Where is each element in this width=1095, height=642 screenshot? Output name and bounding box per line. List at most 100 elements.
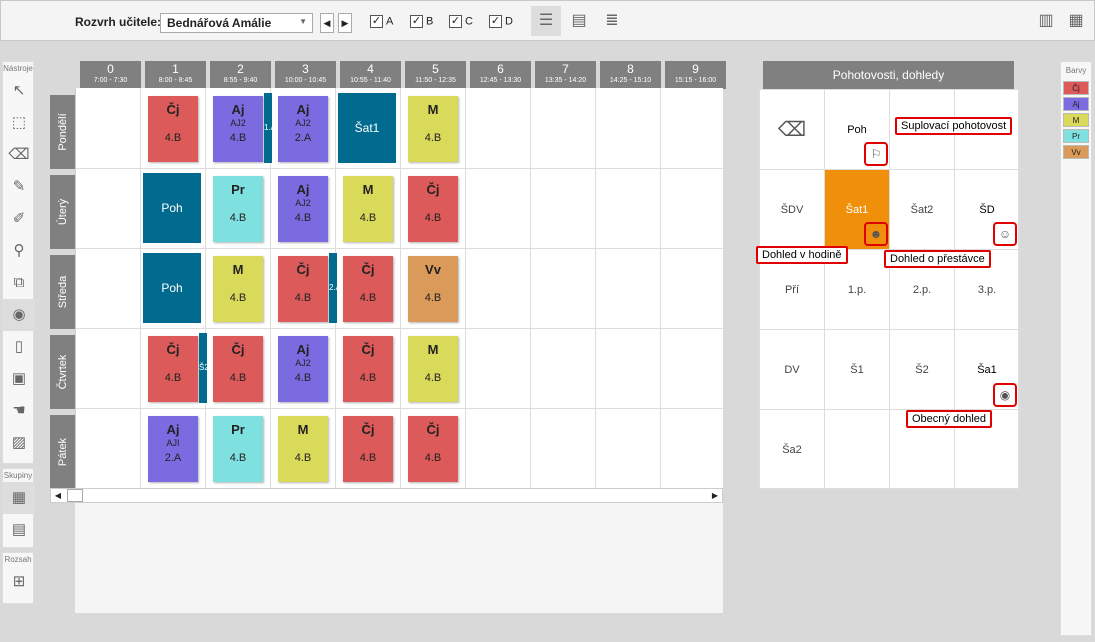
group-select-icon[interactable]: ▦	[3, 482, 35, 514]
lesson-card[interactable]: M 4.B	[213, 256, 263, 322]
pointer-icon[interactable]: ↖	[3, 75, 35, 107]
supervision-cell[interactable]: DV	[760, 330, 825, 410]
lesson-strip[interactable]: 2.A	[329, 253, 337, 323]
general-supervision-icon[interactable]: ◉	[993, 383, 1017, 407]
color-swatch[interactable]: M	[1063, 113, 1089, 127]
lesson-card[interactable]: Čj 4.B	[148, 336, 198, 402]
column-time: 10:00 - 10:45	[284, 77, 327, 84]
supervision-cell[interactable]: ⌫	[760, 90, 825, 170]
teacher-select[interactable]: Bednářová Amálie ▼	[160, 13, 313, 33]
lesson-class: 4.B	[229, 452, 247, 464]
range-icon[interactable]: ⊞	[3, 566, 35, 598]
color-swatch[interactable]: Aj	[1063, 97, 1089, 111]
lesson-card[interactable]: Pr 4.B	[213, 176, 263, 242]
chevron-down-icon: ▼	[299, 17, 307, 26]
supervision-cell[interactable]	[825, 410, 890, 490]
lesson-class: 4.B	[229, 372, 247, 384]
supervision-cell[interactable]: Š2	[890, 330, 955, 410]
edit-icon[interactable]: ✎	[3, 171, 35, 203]
lesson-card[interactable]: Aj AJ2 4.B	[278, 176, 328, 242]
lesson-group	[408, 358, 458, 370]
lesson-group	[343, 198, 393, 210]
eye-icon[interactable]: ◉	[3, 299, 35, 331]
lesson-subject: Čj	[361, 342, 375, 357]
lesson-card[interactable]: M 4.B	[278, 416, 328, 482]
lesson-card[interactable]: Čj 4.B	[343, 256, 393, 322]
lesson-card[interactable]: Čj 4.B	[343, 336, 393, 402]
lesson-card[interactable]: M 4.B	[343, 176, 393, 242]
lesson-subject: Čj	[231, 342, 245, 357]
groups-panel: Skupiny ▦ ▤	[2, 468, 35, 548]
scroll-left-icon[interactable]: ◀	[51, 489, 65, 502]
supervision-cell[interactable]: ŠDV	[760, 170, 825, 250]
lesson-group: AJ2	[295, 118, 311, 128]
view-split-icon[interactable]: ▤	[564, 6, 594, 36]
standby-icon[interactable]: ⚐	[864, 142, 888, 166]
lesson-class: 2.A	[164, 452, 182, 464]
lesson-card[interactable]: M 4.B	[408, 336, 458, 402]
lesson-group	[278, 438, 328, 450]
lesson-card[interactable]: Aj AJ2 4.B	[278, 336, 328, 402]
horizontal-scrollbar[interactable]: ◀ ▶	[50, 488, 723, 503]
supervision-label: Ša2	[782, 444, 802, 456]
lesson-card[interactable]: Poh	[143, 253, 201, 323]
lesson-strip[interactable]: Š2	[199, 333, 207, 403]
hand-icon[interactable]: ☚	[3, 395, 35, 427]
lesson-card[interactable]: Čj 4.B	[408, 176, 458, 242]
class-checkbox-a[interactable]: ✓ A	[370, 15, 393, 28]
select-area-icon[interactable]: ⬚	[3, 107, 35, 139]
lesson-card[interactable]: Čj 4.B	[343, 416, 393, 482]
lesson-card[interactable]: Čj 4.B	[278, 256, 328, 322]
supervision-cell[interactable]: Šat2	[890, 170, 955, 250]
supervision-label: Šat1	[845, 204, 869, 216]
column-time: 13:35 - 14:20	[544, 77, 587, 84]
lesson-card[interactable]: Poh	[143, 173, 201, 243]
lesson-class: 4.B	[229, 132, 247, 144]
edit-plus-icon[interactable]: ✐	[3, 203, 35, 235]
grid-line	[76, 408, 724, 409]
chart-icon[interactable]: ▨	[3, 427, 35, 459]
lesson-group: AJ2	[295, 358, 311, 368]
lesson-group	[213, 278, 263, 290]
supervision-cell[interactable]: Ša2	[760, 410, 825, 490]
break-supervision-icon[interactable]: ☺	[993, 222, 1017, 246]
color-swatch[interactable]: Čj	[1063, 81, 1089, 95]
lesson-strip[interactable]: 1.A	[264, 93, 272, 163]
supervision-cell[interactable]: Š1	[825, 330, 890, 410]
lesson-supervision-icon[interactable]: ☻	[864, 222, 888, 246]
prev-teacher-button[interactable]: ◀	[320, 13, 334, 33]
lesson-subject: Poh	[161, 281, 183, 295]
lesson-card[interactable]: Aj AJI 2.A	[148, 416, 198, 482]
grid-line	[140, 88, 141, 488]
grid-lines-icon[interactable]: ▥	[1031, 6, 1061, 36]
class-checkbox-c[interactable]: ✓ C	[449, 15, 473, 28]
view-stack-icon[interactable]: ≣	[597, 6, 627, 36]
grid-icon[interactable]: ▦	[1061, 6, 1091, 36]
column-header: 2 8:55 - 9:40	[210, 61, 271, 89]
lesson-card[interactable]: M 4.B	[408, 96, 458, 162]
lesson-card[interactable]: Šat1	[338, 93, 396, 163]
lesson-card[interactable]: Aj AJ2 4.B	[213, 96, 263, 162]
lesson-icon[interactable]: ▣	[3, 363, 35, 395]
eraser-tool-icon[interactable]: ⌫	[3, 139, 35, 171]
copy-icon[interactable]: ⧉	[3, 267, 35, 299]
pin-icon[interactable]: ⚲	[3, 235, 35, 267]
lesson-card[interactable]: Čj 4.B	[213, 336, 263, 402]
color-swatch[interactable]: Pr	[1063, 129, 1089, 143]
color-swatch[interactable]: Vv	[1063, 145, 1089, 159]
view-list-icon[interactable]: ☰	[531, 6, 561, 36]
lesson-card[interactable]: Čj 4.B	[148, 96, 198, 162]
lesson-card[interactable]: Čj 4.B	[408, 416, 458, 482]
class-checkbox-d[interactable]: ✓ D	[489, 15, 513, 28]
lesson-card[interactable]: Vv 4.B	[408, 256, 458, 322]
scroll-right-icon[interactable]: ▶	[708, 489, 722, 502]
next-teacher-button[interactable]: ▶	[338, 13, 352, 33]
scroll-thumb[interactable]	[67, 489, 83, 502]
document-icon[interactable]: ▯	[3, 331, 35, 363]
lesson-class: 4.B	[294, 212, 312, 224]
lesson-card[interactable]: Pr 4.B	[213, 416, 263, 482]
lesson-card[interactable]: Aj AJ2 2.A	[278, 96, 328, 162]
group-split-icon[interactable]: ▤	[3, 514, 35, 546]
column-header: 9 15:15 - 16:00	[665, 61, 726, 89]
class-checkbox-b[interactable]: ✓ B	[410, 15, 433, 28]
